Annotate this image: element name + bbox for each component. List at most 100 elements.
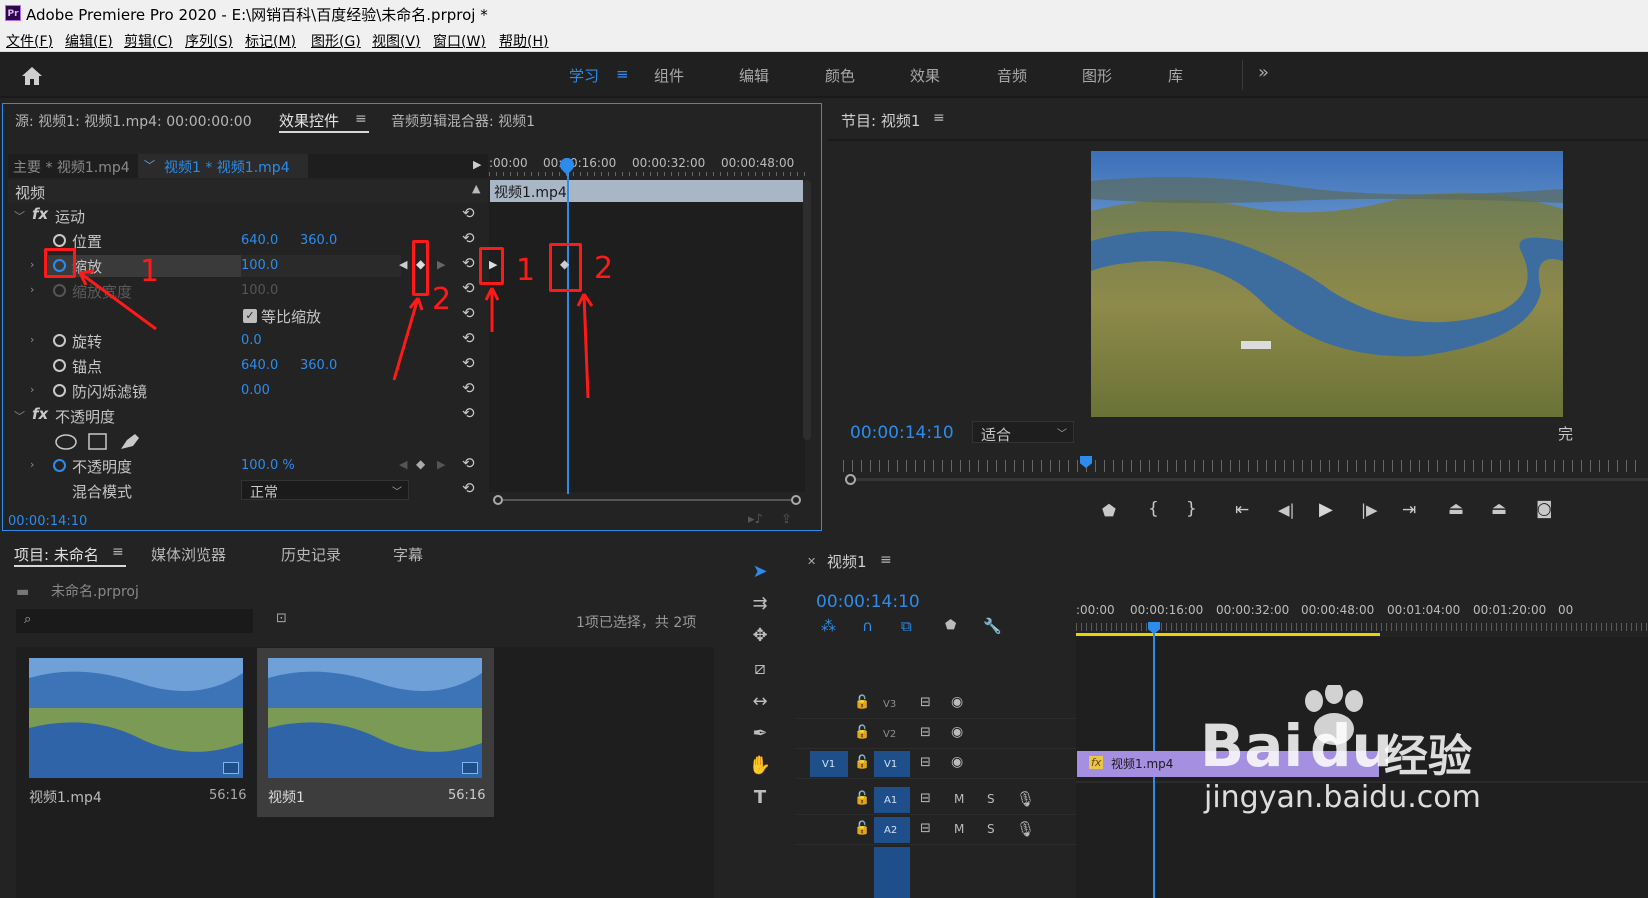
sync-lock-icon[interactable]: ⊟ [920, 821, 931, 836]
position-y-value[interactable]: 360.0 [300, 233, 337, 248]
opacity-prop-expand-icon[interactable]: › [30, 458, 34, 471]
lock-icon[interactable]: 🔓 [854, 791, 870, 806]
sync-lock-icon[interactable]: ⊟ [920, 695, 931, 710]
seq-clip-tab[interactable]: ﹀ 视频1 * 视频1.mp4 [138, 154, 308, 178]
position-x-value[interactable]: 640.0 [241, 233, 278, 248]
rotation-stopwatch-icon[interactable] [53, 334, 66, 347]
workspace-overflow-icon[interactable]: » [1258, 62, 1269, 83]
menu-view[interactable]: 视图(V) [372, 31, 421, 51]
menu-clip[interactable]: 剪辑(C) [124, 31, 173, 51]
menu-help[interactable]: 帮助(H) [499, 31, 548, 51]
extract-icon[interactable]: ⏏ [1491, 499, 1507, 519]
sync-lock-icon[interactable]: ⊟ [920, 725, 931, 740]
project-item-selected[interactable]: 视频1 56:16 [257, 648, 494, 817]
home-icon[interactable] [20, 66, 44, 86]
sync-lock-icon[interactable]: ⊟ [920, 755, 931, 770]
workspace-effects[interactable]: 效果 [910, 65, 940, 86]
snap-icon[interactable]: ∩ [862, 617, 873, 635]
project-search-input[interactable]: ⌕ [16, 609, 253, 633]
menu-graphics[interactable]: 图形(G) [311, 31, 361, 51]
reset-icon[interactable]: ⟲ [462, 456, 478, 471]
anchor-x-value[interactable]: 640.0 [241, 358, 278, 373]
reset-icon[interactable]: ⟲ [462, 281, 478, 296]
reset-icon[interactable]: ⟲ [462, 481, 478, 496]
menu-sequence[interactable]: 序列(S) [185, 31, 233, 51]
track-target-a2[interactable]: A2 [874, 817, 910, 843]
reset-icon[interactable]: ⟲ [462, 331, 478, 346]
workspace-editing[interactable]: 编辑 [739, 65, 769, 86]
reset-icon[interactable]: ⟲ [462, 306, 478, 321]
ellipse-mask-icon[interactable] [55, 432, 77, 452]
microphone-icon[interactable]: 🎙 [1016, 790, 1035, 808]
solo-button[interactable]: S [987, 822, 995, 836]
opacity-value[interactable]: 100.0 % [241, 458, 295, 473]
timeline-title[interactable]: 视频1 [827, 551, 867, 572]
flicker-stopwatch-icon[interactable] [53, 384, 66, 397]
blend-mode-dropdown[interactable]: 正常 ﹀ [241, 480, 409, 501]
effect-timecode[interactable]: 00:00:14:10 [8, 514, 87, 529]
program-zoom-handle[interactable] [845, 474, 856, 485]
eye-icon[interactable]: ◉ [951, 694, 963, 710]
play-icon[interactable]: ▶ [1319, 499, 1333, 520]
program-timecode[interactable]: 00:00:14:10 [850, 423, 954, 443]
new-bin-icon[interactable]: ⊡ [276, 611, 287, 626]
program-title[interactable]: 节目: 视频1 [841, 110, 920, 131]
nest-toggle-icon[interactable]: ⁂ [821, 617, 836, 635]
workspace-graphics[interactable]: 图形 [1082, 65, 1112, 86]
vertical-scrollbar[interactable] [803, 180, 811, 440]
go-to-out-icon[interactable]: ⇥ [1402, 500, 1416, 520]
anchor-stopwatch-icon[interactable] [53, 359, 66, 372]
next-keyframe-icon[interactable]: ▶ [437, 258, 445, 271]
scale-expand-icon[interactable]: › [30, 258, 34, 271]
opacity-next-keyframe-icon[interactable]: ▶ [437, 458, 445, 471]
linked-selection-icon[interactable]: ⧉ [901, 617, 912, 635]
track-target-v1[interactable]: V1 [874, 751, 910, 777]
timeline-menu-icon[interactable]: ≡ [880, 552, 892, 568]
camera-icon[interactable]: ◙ [1536, 499, 1553, 519]
wrench-icon[interactable]: 🔧 [983, 617, 1002, 635]
lift-icon[interactable]: ⏏ [1448, 499, 1464, 519]
track-select-tool-icon[interactable]: ⇉ [744, 591, 776, 617]
timeline-timecode[interactable]: 00:00:14:10 [816, 592, 920, 612]
tab-captions[interactable]: 字幕 [393, 544, 423, 565]
filter-audio-icon[interactable]: ▸♪ [748, 512, 763, 527]
pen-tool-icon[interactable]: ✒ [744, 721, 776, 747]
menu-edit[interactable]: 编辑(E) [65, 31, 113, 51]
track-target-a1[interactable]: A1 [874, 787, 910, 813]
play-triangle-icon[interactable]: ▶ [473, 158, 481, 171]
menu-marker[interactable]: 标记(M) [245, 31, 296, 51]
timeline-ruler[interactable]: :00:00 00:00:16:00 00:00:32:00 00:00:48:… [1076, 597, 1648, 637]
workspace-audio[interactable]: 音频 [997, 65, 1027, 86]
menu-file[interactable]: 文件(F) [6, 31, 53, 51]
uniform-scale-checkbox[interactable]: ✓ [243, 309, 257, 323]
program-ruler[interactable] [843, 460, 1643, 472]
workspace-menu-icon[interactable]: ≡ [616, 65, 629, 83]
reset-icon[interactable]: ⟲ [462, 356, 478, 371]
eye-icon[interactable]: ◉ [951, 754, 963, 770]
reset-icon[interactable]: ⟲ [462, 206, 478, 221]
microphone-icon[interactable]: 🎙 [1016, 820, 1035, 838]
tab-media-browser[interactable]: 媒体浏览器 [151, 544, 226, 565]
tab-history[interactable]: 历史记录 [281, 544, 341, 565]
source-patch-v1[interactable]: V1 [810, 751, 848, 777]
pen-mask-icon[interactable] [119, 432, 141, 452]
stopwatch-icon[interactable] [53, 234, 66, 247]
rotation-value[interactable]: 0.0 [241, 333, 262, 348]
tab-audio-clip-mixer[interactable]: 音频剪辑混合器: 视频1 [391, 111, 535, 131]
prev-keyframe-icon[interactable]: ◀ [399, 258, 407, 271]
zoom-handle-left[interactable] [493, 495, 503, 505]
rotation-expand-icon[interactable]: › [30, 333, 34, 346]
project-menu-icon[interactable]: ≡ [112, 544, 124, 560]
opacity-expand-icon[interactable]: ﹀ [14, 408, 25, 424]
playback-resolution-label[interactable]: 完 [1558, 423, 1573, 444]
work-area-bar[interactable] [1076, 633, 1380, 636]
opacity-prev-keyframe-icon[interactable]: ◀ [399, 458, 407, 471]
menu-window[interactable]: 窗口(W) [433, 31, 486, 51]
anchor-y-value[interactable]: 360.0 [300, 358, 337, 373]
project-item[interactable]: 视频1.mp4 56:16 [22, 650, 254, 817]
step-back-icon[interactable]: ◀| [1278, 501, 1295, 519]
reset-icon[interactable]: ⟲ [462, 256, 478, 271]
selection-tool-icon[interactable]: ➤ [744, 559, 776, 585]
tab-effect-controls[interactable]: 效果控件 [279, 110, 339, 131]
add-marker-icon[interactable]: ⬟ [1102, 501, 1116, 520]
